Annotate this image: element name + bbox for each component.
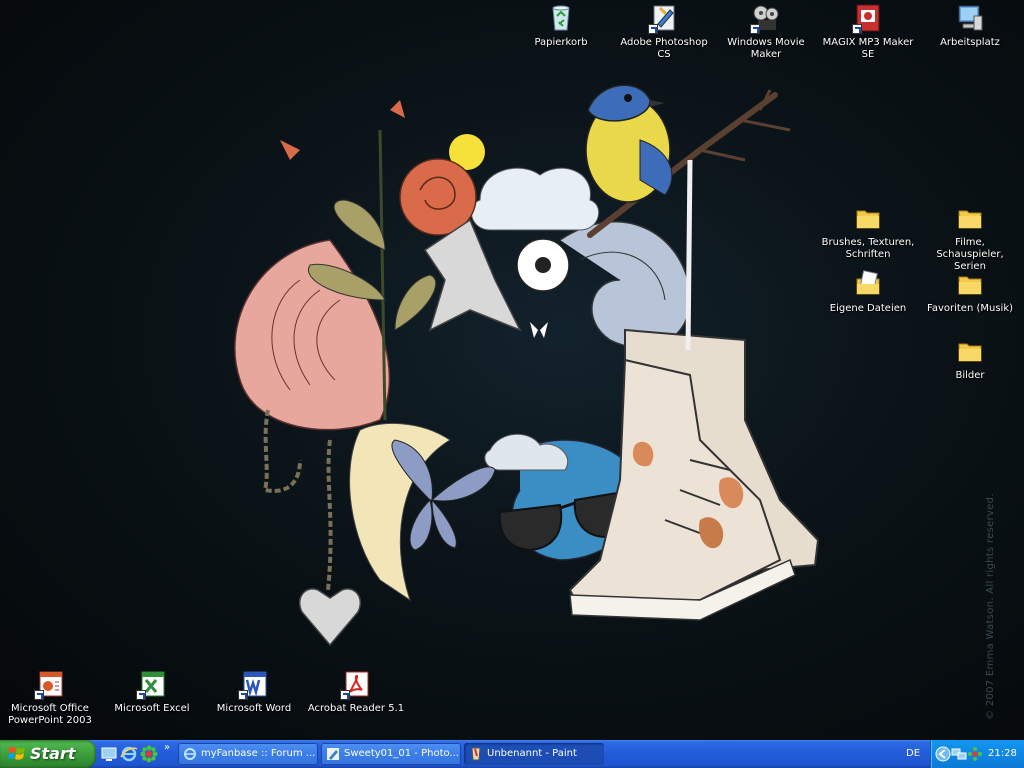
taskbar-button-photoshop[interactable]: Sweety01_01 - Photo... — [321, 743, 461, 765]
network-icon[interactable] — [951, 746, 967, 762]
desktop-icon-label: Acrobat Reader 5.1 — [307, 703, 405, 714]
start-button[interactable]: Start — [0, 740, 96, 768]
desktop-icon-recycle-bin[interactable]: Papierkorb — [511, 2, 611, 49]
desktop-icon-acrobat[interactable]: Acrobat Reader 5.1 — [306, 668, 406, 715]
wallpaper-copyright: © 2007 Emma Watson. All rights reserved. — [985, 493, 996, 720]
desktop-icon-photoshop[interactable]: Adobe Photoshop CS — [614, 2, 714, 61]
paint-icon — [471, 747, 481, 761]
photoshop-icon — [648, 2, 680, 34]
desktop-icon-label: Microsoft Excel — [114, 703, 190, 714]
desktop-icon-folder-brushes[interactable]: Brushes, Texturen, Schriften — [818, 202, 918, 261]
word-icon — [238, 668, 270, 700]
my-computer-icon — [954, 2, 986, 34]
recycle-bin-icon — [545, 2, 577, 34]
icq-icon[interactable] — [140, 745, 158, 763]
show-desktop-icon[interactable] — [100, 745, 118, 763]
quick-launch-overflow-button[interactable]: » — [164, 742, 170, 753]
my-documents-icon — [852, 268, 884, 300]
taskbar-button-label: Unbenannt - Paint — [487, 748, 577, 759]
desktop-icon-label: Brushes, Texturen, Schriften — [821, 237, 915, 260]
desktop[interactable]: Papierkorb Adobe Photoshop CS Windows Mo… — [0, 0, 1024, 740]
desktop-icon-folder-favorites[interactable]: Favoriten (Musik) — [920, 268, 1020, 315]
taskbar-button-label: myFanbase :: Forum ... — [201, 748, 316, 759]
movie-maker-icon — [750, 2, 782, 34]
icq-tray-icon[interactable] — [967, 746, 983, 762]
desktop-icon-my-computer[interactable]: Arbeitsplatz — [920, 2, 1020, 49]
acrobat-icon — [340, 668, 372, 700]
excel-icon — [136, 668, 168, 700]
desktop-icon-powerpoint[interactable]: Microsoft Office PowerPoint 2003 — [0, 668, 100, 727]
start-label: Start — [30, 744, 76, 763]
desktop-icon-folder-pictures[interactable]: Bilder — [920, 335, 1020, 382]
desktop-icon-label: Bilder — [955, 370, 985, 381]
shortcut-arrow-icon — [648, 24, 658, 34]
powerpoint-icon — [34, 668, 66, 700]
desktop-icon-my-documents[interactable]: Eigene Dateien — [818, 268, 918, 315]
windows-logo-icon — [8, 746, 25, 760]
folder-icon — [954, 202, 986, 234]
shortcut-arrow-icon — [852, 24, 862, 34]
browser-icon — [184, 748, 196, 760]
desktop-icon-movie-maker[interactable]: Windows Movie Maker — [716, 2, 816, 61]
tray-back-arrow-icon[interactable] — [935, 746, 951, 762]
desktop-icon-label: Microsoft Office PowerPoint 2003 — [8, 703, 92, 726]
desktop-icon-word[interactable]: Microsoft Word — [204, 668, 304, 715]
taskbar-button-label: Sweety01_01 - Photo... — [344, 748, 459, 759]
clock[interactable]: 21:28 — [988, 748, 1017, 759]
shortcut-arrow-icon — [136, 690, 146, 700]
photoshop-icon — [327, 748, 339, 760]
desktop-icon-label: Eigene Dateien — [829, 303, 907, 314]
desktop-icon-label: Favoriten (Musik) — [926, 303, 1014, 314]
desktop-icon-folder-films[interactable]: Filme, Schauspieler, Serien — [920, 202, 1020, 273]
shortcut-arrow-icon — [750, 24, 760, 34]
shortcut-arrow-icon — [34, 690, 44, 700]
desktop-icon-mp3-maker[interactable]: MAGIX MP3 Maker SE — [818, 2, 918, 61]
language-indicator[interactable]: DE — [906, 748, 920, 759]
wallpaper-illustration — [234, 84, 820, 647]
desktop-icon-label: Windows Movie Maker — [727, 37, 805, 60]
shortcut-arrow-icon — [238, 690, 248, 700]
folder-icon — [954, 268, 986, 300]
folder-icon — [954, 335, 986, 367]
desktop-icon-label: MAGIX MP3 Maker SE — [822, 37, 914, 60]
desktop-icon-label: Adobe Photoshop CS — [620, 37, 708, 60]
taskbar: Start » myFanbase :: Forum ... Sweety01_… — [0, 740, 1024, 768]
taskbar-button-paint[interactable]: Unbenannt - Paint — [464, 743, 604, 765]
taskbar-button-forum[interactable]: myFanbase :: Forum ... — [178, 743, 318, 765]
shortcut-arrow-icon — [340, 690, 350, 700]
system-tray: 21:28 — [930, 740, 1024, 768]
quick-launch-bar: » — [96, 740, 178, 768]
desktop-icon-excel[interactable]: Microsoft Excel — [102, 668, 202, 715]
desktop-icon-label: Microsoft Word — [216, 703, 292, 714]
mp3-maker-icon — [852, 2, 884, 34]
desktop-icon-label: Arbeitsplatz — [940, 37, 1000, 48]
folder-icon — [852, 202, 884, 234]
internet-explorer-icon[interactable] — [120, 745, 138, 763]
desktop-icon-label: Papierkorb — [534, 37, 588, 48]
